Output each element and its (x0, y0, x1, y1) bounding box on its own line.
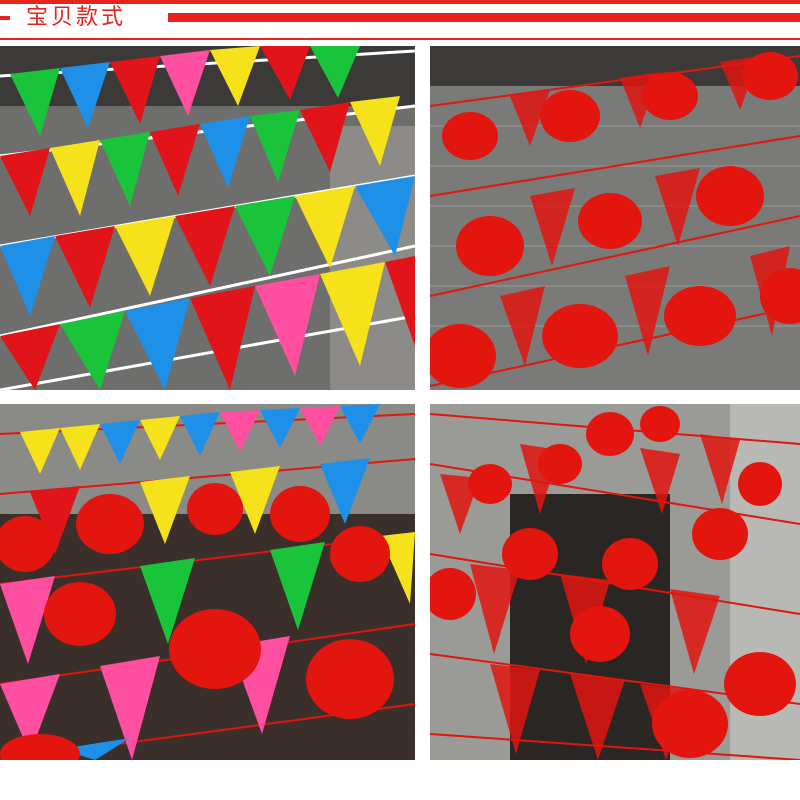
section-title: 宝贝款式 (26, 5, 127, 30)
product-photo-multicolor-with-lanterns[interactable] (0, 404, 415, 760)
product-photo-red-fortune-pennants[interactable] (430, 404, 800, 760)
section-header: 宝贝款式 (0, 0, 800, 44)
header-underline (0, 38, 800, 40)
product-photo-red-lanterns-pennants[interactable] (430, 46, 800, 390)
product-photo-multicolor-bunting[interactable] (0, 46, 415, 390)
header-accent-bar (168, 13, 800, 22)
header-lead-mark (0, 16, 10, 20)
lantern-pennant-illustration (430, 46, 800, 390)
bunting-illustration (0, 46, 415, 390)
red-pennant-illustration (430, 404, 800, 760)
mixed-bunting-illustration (0, 404, 415, 760)
